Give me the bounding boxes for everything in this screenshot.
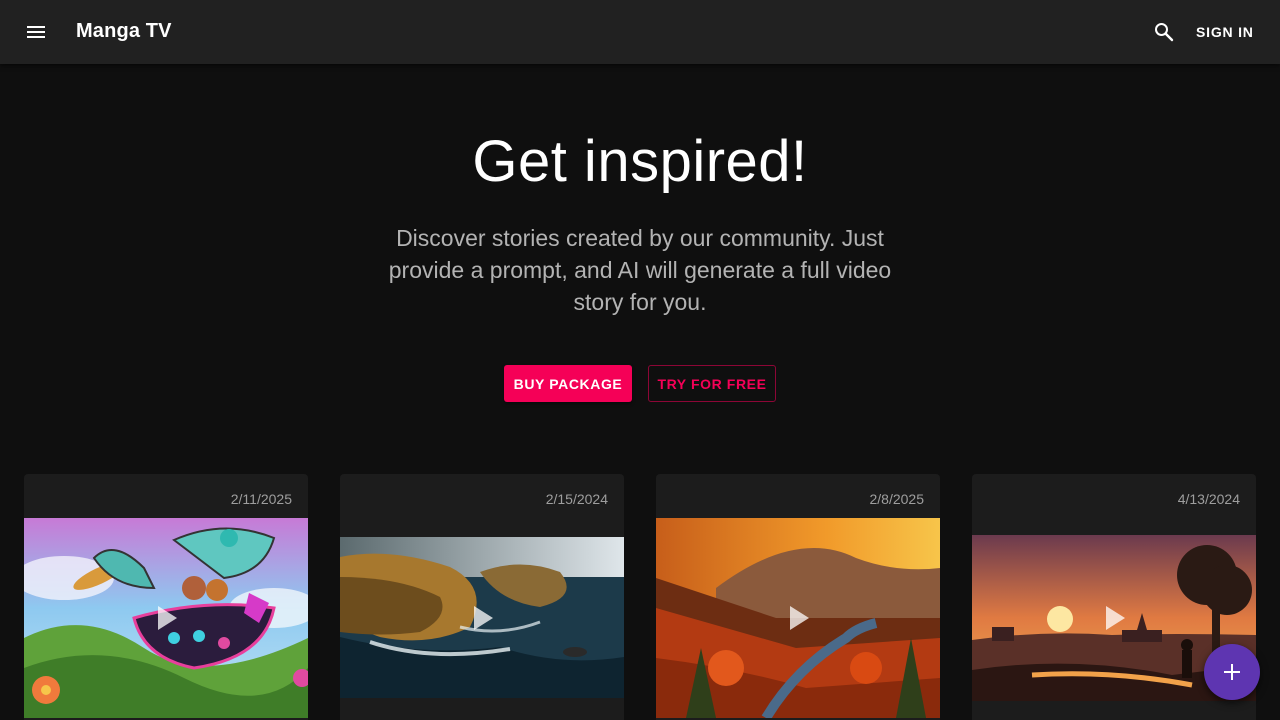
story-card[interactable]: 2/15/2024 (340, 474, 624, 720)
story-date: 2/11/2025 (230, 491, 292, 507)
story-date: 2/15/2024 (545, 491, 608, 507)
story-date: 2/8/2025 (869, 491, 925, 507)
search-icon (1155, 23, 1174, 42)
story-thumbnail[interactable] (656, 518, 940, 718)
story-thumbnail[interactable] (340, 537, 624, 698)
app-title[interactable]: Manga TV (76, 20, 172, 43)
story-card[interactable]: 2/8/2025 (656, 474, 940, 720)
buy-package-button[interactable]: BUY PACKAGE (504, 365, 632, 402)
add-icon (1224, 664, 1240, 680)
create-story-button[interactable] (1204, 644, 1260, 700)
hero-subtitle: Discover stories created by our communit… (388, 225, 892, 315)
play-icon[interactable] (1106, 606, 1125, 630)
story-date: 4/13/2024 (1177, 491, 1240, 507)
menu-icon (27, 26, 45, 38)
play-icon[interactable] (790, 606, 809, 630)
play-icon[interactable] (158, 606, 177, 630)
play-icon[interactable] (474, 605, 493, 630)
app-bar: Manga TV SIGN IN (0, 0, 1280, 64)
story-thumbnail[interactable] (24, 518, 308, 718)
hero-title: Get inspired! (472, 129, 808, 194)
story-card[interactable]: 2/11/2025 (24, 474, 308, 720)
search-button[interactable] (1144, 12, 1184, 52)
menu-button[interactable] (16, 12, 56, 52)
sign-in-button[interactable]: SIGN IN (1186, 18, 1264, 46)
try-for-free-button[interactable]: TRY FOR FREE (648, 365, 776, 402)
